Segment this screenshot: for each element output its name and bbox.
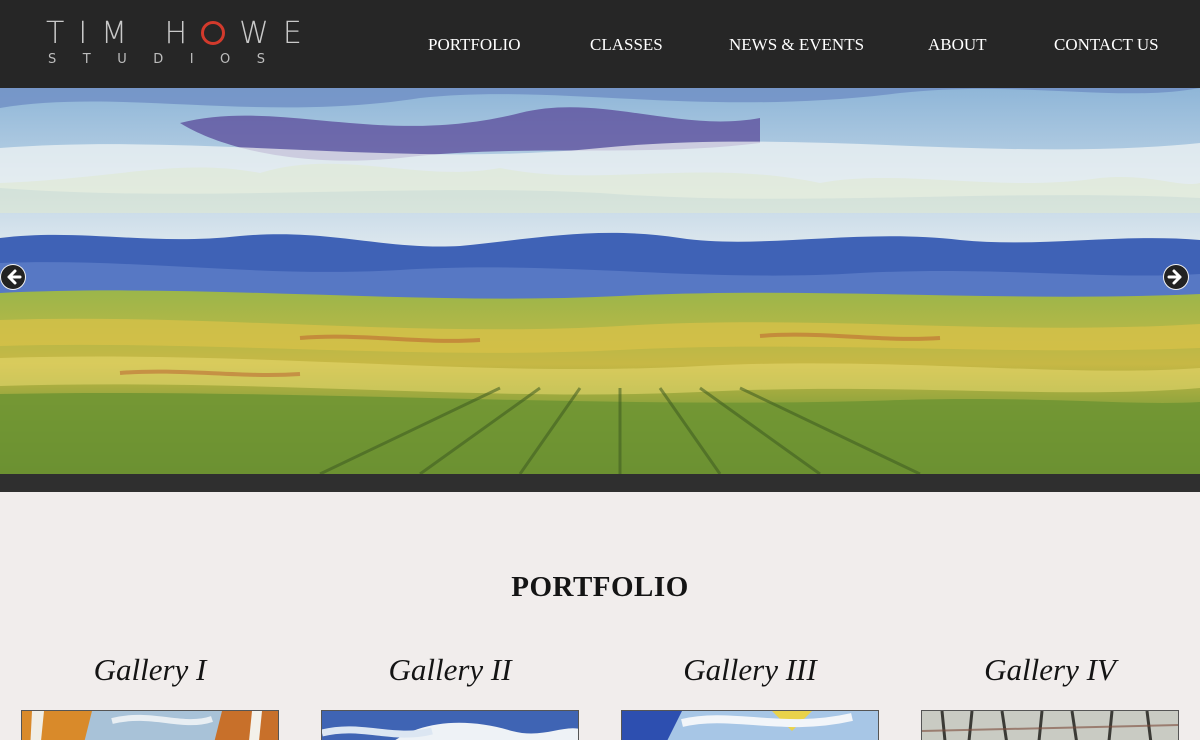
hero-bottom-band — [0, 474, 1200, 492]
slideshow-prev-button[interactable] — [0, 264, 26, 290]
gallery-thumbnail[interactable] — [921, 710, 1179, 740]
gallery-thumbnail[interactable] — [21, 710, 279, 740]
nav-news-events[interactable]: NEWS & EVENTS — [729, 35, 864, 55]
gallery-card-2: Gallery II — [321, 652, 579, 740]
hero-slideshow — [0, 88, 1200, 474]
site-header: TIM H WE STUDIOS PORTFOLIO CLASSES NEWS &… — [0, 0, 1200, 88]
nav-portfolio[interactable]: PORTFOLIO — [428, 35, 521, 55]
gallery-title[interactable]: Gallery II — [321, 652, 579, 688]
gallery-3-image — [622, 711, 878, 740]
gallery-title[interactable]: Gallery I — [21, 652, 279, 688]
nav-about[interactable]: ABOUT — [928, 35, 987, 55]
gallery-title[interactable]: Gallery IV — [921, 652, 1179, 688]
nav-contact-us[interactable]: CONTACT US — [1054, 35, 1159, 55]
arrow-right-icon — [1164, 265, 1188, 289]
gallery-card-1: Gallery I — [21, 652, 279, 740]
gallery-thumbnail[interactable] — [621, 710, 879, 740]
arrow-left-icon — [1, 265, 25, 289]
nav-classes[interactable]: CLASSES — [590, 35, 663, 55]
gallery-1-image — [22, 711, 278, 740]
gallery-2-image — [322, 711, 578, 740]
gallery-4-image — [922, 711, 1178, 740]
main-nav: PORTFOLIO CLASSES NEWS & EVENTS ABOUT CO… — [0, 35, 1200, 55]
gallery-card-3: Gallery III — [621, 652, 879, 740]
gallery-thumbnail[interactable] — [321, 710, 579, 740]
gallery-card-4: Gallery IV — [921, 652, 1179, 740]
portfolio-heading: PORTFOLIO — [511, 571, 689, 603]
slideshow-next-button[interactable] — [1163, 264, 1189, 290]
gallery-title[interactable]: Gallery III — [621, 652, 879, 688]
hero-painting — [0, 88, 1200, 474]
